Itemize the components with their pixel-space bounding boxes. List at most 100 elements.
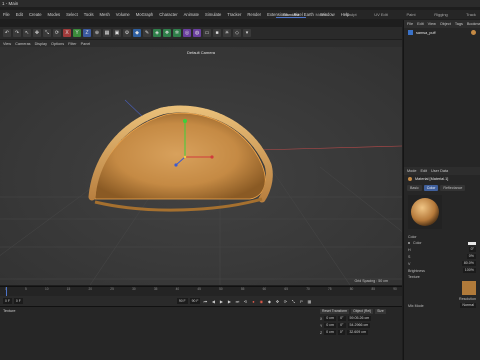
render-picture-viewer-icon[interactable]: ▣ bbox=[113, 29, 121, 37]
viewport-menu-display[interactable]: Display bbox=[35, 42, 47, 46]
viewport-menu-cameras[interactable]: Cameras bbox=[15, 42, 30, 46]
coords-button-reset-transform[interactable]: Reset Transform bbox=[320, 309, 350, 314]
attributes-menu-edit[interactable]: Edit bbox=[421, 169, 428, 173]
step-back-icon[interactable]: ◀ bbox=[210, 298, 216, 304]
tag-icon[interactable]: ◇ bbox=[233, 29, 241, 37]
object-menu-tags[interactable]: Tags bbox=[455, 22, 463, 26]
key-scale-icon[interactable]: ⤡ bbox=[290, 298, 296, 304]
menu-simulate[interactable]: Simulate bbox=[202, 12, 224, 17]
coord-position-field[interactable]: 0 cm bbox=[324, 316, 337, 321]
menu-volume[interactable]: Volume bbox=[113, 12, 133, 17]
material-manager-tab[interactable]: Texture bbox=[3, 309, 15, 313]
end-frame-field[interactable]: 90 F bbox=[176, 298, 188, 304]
z-axis-icon[interactable]: Z bbox=[83, 29, 91, 37]
record-icon[interactable]: ● bbox=[250, 298, 256, 304]
floor-icon[interactable]: ▭ bbox=[203, 29, 211, 37]
go-to-end-icon[interactable]: ⏭ bbox=[234, 298, 240, 304]
layout-tab-uv-edit[interactable]: UV Edit bbox=[366, 12, 396, 17]
field-icon[interactable]: ◍ bbox=[193, 29, 201, 37]
coord-size-field[interactable]: 32.609 cm bbox=[347, 330, 369, 335]
y-axis-icon[interactable]: Y bbox=[73, 29, 81, 37]
menu-modes[interactable]: Modes bbox=[45, 12, 64, 17]
layout-tab-paint[interactable]: Paint bbox=[396, 12, 426, 17]
menu-edit[interactable]: Edit bbox=[13, 12, 26, 17]
key-grid-icon[interactable]: ▦ bbox=[306, 298, 312, 304]
viewport-menu-view[interactable]: View bbox=[3, 42, 11, 46]
render-settings-icon[interactable]: ⚙ bbox=[123, 29, 131, 37]
texture-thumbnail[interactable] bbox=[462, 281, 476, 295]
brightness-field[interactable]: 100% bbox=[462, 268, 476, 273]
material-tab-basic[interactable]: Basic bbox=[407, 185, 422, 191]
layout-tab-rigging[interactable]: Rigging bbox=[426, 12, 456, 17]
material-tag-icon[interactable] bbox=[471, 30, 476, 35]
mix-mode-select[interactable]: Normal bbox=[460, 303, 476, 308]
coord-rotation-field[interactable]: 0° bbox=[337, 330, 346, 335]
menu-file[interactable]: File bbox=[0, 12, 13, 17]
viewport-menu-filter[interactable]: Filter bbox=[68, 42, 76, 46]
material-tab-reflectance[interactable]: Reflectance bbox=[440, 185, 466, 191]
coordinate-system-icon[interactable]: ⊕ bbox=[93, 29, 101, 37]
autokey-icon[interactable]: ◉ bbox=[258, 298, 264, 304]
coord-size-field[interactable]: 54.2966 cm bbox=[347, 323, 371, 328]
color-animate-icon[interactable] bbox=[408, 242, 410, 244]
menu-mesh[interactable]: Mesh bbox=[97, 12, 113, 17]
spline-pen-icon[interactable]: ✎ bbox=[143, 29, 151, 37]
object-menu-edit[interactable]: Edit bbox=[417, 22, 424, 26]
mix-mode-row[interactable]: Mix Mode Normal bbox=[404, 302, 480, 309]
menu-tracker[interactable]: Tracker bbox=[224, 12, 244, 17]
layout-tab-track[interactable]: Track bbox=[456, 12, 480, 17]
attributes-menu-mode[interactable]: Mode bbox=[407, 169, 417, 173]
menu-select[interactable]: Select bbox=[63, 12, 81, 17]
menu-character[interactable]: Character bbox=[156, 12, 180, 17]
x-axis-icon[interactable]: X bbox=[63, 29, 71, 37]
coords-button-size[interactable]: Size bbox=[375, 309, 386, 314]
step-forward-icon[interactable]: ▶ bbox=[226, 298, 232, 304]
render-view-icon[interactable]: ▦ bbox=[103, 29, 111, 37]
play-icon[interactable]: ▶ bbox=[218, 298, 224, 304]
camera-icon[interactable]: ■ bbox=[213, 29, 221, 37]
coord-rotation-field[interactable]: 0° bbox=[338, 323, 346, 328]
move-icon[interactable]: ✥ bbox=[33, 29, 41, 37]
subdivision-icon[interactable]: ◈ bbox=[153, 29, 161, 37]
current-frame-field[interactable]: 0 F bbox=[3, 298, 12, 304]
loop-icon[interactable]: ⟲ bbox=[242, 298, 248, 304]
menu-tools[interactable]: Tools bbox=[81, 12, 97, 17]
keyframe-selection-icon[interactable]: ◆ bbox=[266, 298, 272, 304]
menu-mograph[interactable]: MoGraph bbox=[133, 12, 156, 17]
layout-tab-sculpt[interactable]: Sculpt bbox=[336, 12, 366, 17]
key-param-icon[interactable]: P bbox=[298, 298, 304, 304]
start-frame-field[interactable]: 0 F bbox=[13, 298, 23, 304]
3d-viewport[interactable]: Default Camera Grid Spacing : 50 cm bbox=[0, 47, 402, 285]
array-icon[interactable]: ❖ bbox=[163, 29, 171, 37]
live-selection-icon[interactable]: ↖ bbox=[23, 29, 31, 37]
fps-field[interactable]: 90 F bbox=[189, 298, 201, 304]
light-icon[interactable]: ☀ bbox=[223, 29, 231, 37]
coord-position-field[interactable]: 0 cm bbox=[324, 330, 336, 335]
coord-rotation-field[interactable]: 0° bbox=[338, 316, 346, 321]
viewport-menu-panel[interactable]: Panel bbox=[81, 42, 91, 46]
color-value-field[interactable]: 0° bbox=[468, 247, 476, 252]
key-rotation-icon[interactable]: ⟳ bbox=[282, 298, 288, 304]
object-menu-bookmarks[interactable]: Bookmarks bbox=[467, 22, 480, 26]
coord-size-field[interactable]: 59.05.26 cm bbox=[347, 316, 372, 321]
menu-animate[interactable]: Animate bbox=[181, 12, 202, 17]
more-icon[interactable]: ▾ bbox=[243, 29, 251, 37]
viewport-menu-options[interactable]: Options bbox=[51, 42, 64, 46]
object-menu-view[interactable]: View bbox=[428, 22, 436, 26]
material-tab-color[interactable]: Color bbox=[423, 185, 439, 191]
layout-tab-standard[interactable]: Standard bbox=[276, 12, 306, 18]
coord-position-field[interactable]: 0 cm bbox=[324, 323, 337, 328]
coords-button-object-rel[interactable]: Object (Rel) bbox=[351, 309, 374, 314]
go-to-start-icon[interactable]: ⏮ bbox=[202, 298, 208, 304]
color-swatch[interactable] bbox=[468, 241, 476, 245]
menu-render[interactable]: Render bbox=[244, 12, 264, 17]
color-value-field[interactable]: 80.0% bbox=[461, 261, 476, 266]
rotate-icon[interactable]: ⟳ bbox=[53, 29, 61, 37]
cloner-icon[interactable]: ✲ bbox=[173, 29, 181, 37]
undo-icon[interactable]: ↶ bbox=[3, 29, 11, 37]
attributes-menu-user-data[interactable]: User Data bbox=[431, 169, 448, 173]
menu-create[interactable]: Create bbox=[26, 12, 45, 17]
deformer-icon[interactable]: ◎ bbox=[183, 29, 191, 37]
key-position-icon[interactable]: ✥ bbox=[274, 298, 280, 304]
redo-icon[interactable]: ↷ bbox=[13, 29, 21, 37]
